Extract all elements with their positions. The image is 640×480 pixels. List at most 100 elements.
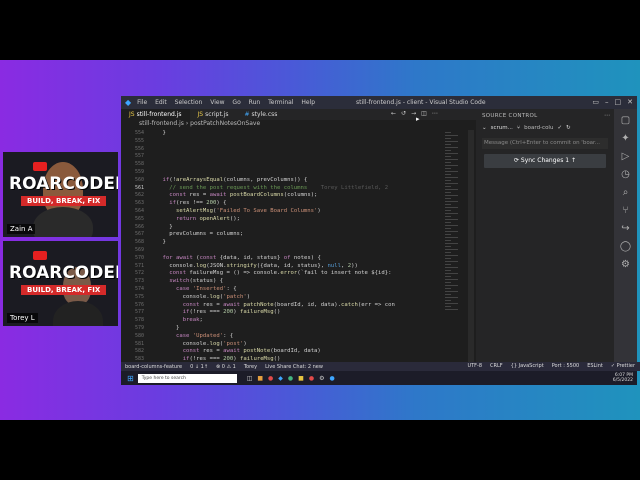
breadcrumb-symbol[interactable]: postPatchNotesOnSave <box>190 120 260 127</box>
line-number: 582 <box>134 348 144 355</box>
maximize-icon[interactable]: □ <box>615 98 622 106</box>
code-line[interactable] <box>149 146 441 154</box>
code-line[interactable] <box>149 161 441 169</box>
code-line[interactable]: console.log('patch') <box>149 294 441 302</box>
status-branch[interactable]: board-columns-feature <box>125 364 182 370</box>
status-live-share-chat[interactable]: Live Share Chat: 2 new <box>265 364 323 370</box>
minimize-icon[interactable]: – <box>605 98 609 106</box>
status-eslint[interactable]: ESLint <box>587 363 603 369</box>
file-explorer-icon[interactable]: ■ <box>257 375 263 382</box>
history-icon[interactable]: ◷ <box>614 169 637 180</box>
code-line[interactable]: if(!res === 200) failureMsg() <box>149 309 441 317</box>
source-control-icon[interactable]: ⑂ <box>614 205 637 216</box>
settings-gear-icon[interactable]: ⚙ <box>614 259 637 270</box>
code-line[interactable]: case 'Updated': { <box>149 333 441 341</box>
split-editor-icon[interactable]: ◫ <box>421 110 427 117</box>
accounts-icon[interactable]: ◯ <box>614 241 637 252</box>
code-line[interactable]: break; <box>149 317 441 325</box>
code-line[interactable]: const res = await postNote(boardId, data… <box>149 348 441 356</box>
code-line[interactable]: for await (const {data, id, status} of n… <box>149 255 441 263</box>
status-prettier[interactable]: ✓ Prettier <box>611 363 635 369</box>
menu-run[interactable]: Run <box>249 99 261 106</box>
code-line[interactable]: setAlertMsg('Failed To Save Board Column… <box>149 208 441 216</box>
more-actions-icon[interactable]: ⋯ <box>604 112 610 119</box>
code-line[interactable]: } <box>149 130 441 138</box>
windows-start-icon[interactable]: ⊞ <box>127 374 134 383</box>
remote-explorer-icon[interactable]: ▢ <box>614 115 637 126</box>
tab-script[interactable]: JS script.js <box>190 109 237 120</box>
code-line[interactable] <box>149 169 441 177</box>
code-line[interactable]: // send the post request with the column… <box>149 185 441 193</box>
code-line[interactable]: } <box>149 224 441 232</box>
task-view-icon[interactable]: ◫ <box>247 375 253 382</box>
layout-icon[interactable]: ▭ <box>592 98 599 106</box>
status-encoding[interactable]: UTF-8 <box>467 363 482 369</box>
more-actions-icon[interactable]: ⋯ <box>432 110 438 117</box>
code-line[interactable]: switch(status) { <box>149 278 441 286</box>
code-line[interactable]: return openAlert(); <box>149 216 441 224</box>
code-line[interactable]: } <box>149 239 441 247</box>
status-right: UTF-8 CRLF {} JavaScript Port : 5500 ESL… <box>467 363 635 369</box>
app-icon[interactable]: ● <box>309 375 314 382</box>
code-line[interactable]: console.log('post') <box>149 341 441 349</box>
letterbox-top <box>0 0 640 60</box>
taskbar-search-input[interactable]: Type here to search <box>137 373 237 383</box>
live-share-icon[interactable]: ↪ <box>614 223 637 234</box>
code-line[interactable]: } <box>149 325 441 333</box>
commit-check-icon[interactable]: ✓ <box>557 125 562 131</box>
status-problems[interactable]: ⊗ 0 ⚠ 1 <box>216 364 236 370</box>
code-line[interactable]: case 'Inserted': { <box>149 286 441 294</box>
system-tray[interactable]: 6:07 PM 6/5/2022 <box>613 373 633 383</box>
app-icon[interactable]: ● <box>268 375 273 382</box>
minimap[interactable] <box>443 130 467 362</box>
run-debug-icon[interactable]: ▷ <box>614 151 637 162</box>
commit-message-input[interactable]: Message (Ctrl+Enter to commit on 'boar..… <box>482 138 608 149</box>
code-line[interactable]: const res = await patchNote(boardId, id,… <box>149 302 441 310</box>
search-icon[interactable]: ⌕ <box>614 187 637 198</box>
menu-help[interactable]: Help <box>301 99 315 106</box>
line-number: 575 <box>134 293 144 300</box>
menu-edit[interactable]: Edit <box>155 99 167 106</box>
status-sync[interactable]: 0 ↓ 1↑ <box>190 364 208 370</box>
tab-style[interactable]: # style.css <box>237 109 286 120</box>
code-line[interactable]: console.log(JSON.stringify({data, id, st… <box>149 263 441 271</box>
status-user[interactable]: Torey <box>244 364 257 370</box>
code-line[interactable]: if(!areArraysEqual(columns, prevColumns)… <box>149 177 441 185</box>
breadcrumb-file[interactable]: still-frontend.js <box>139 120 184 127</box>
folder-icon[interactable]: ■ <box>298 375 304 382</box>
webcam-name-label: Torey L <box>7 313 38 323</box>
code-line[interactable] <box>149 138 441 146</box>
refresh-icon[interactable]: ↻ <box>566 125 571 131</box>
vscode-taskbar-icon[interactable]: ◆ <box>278 375 283 382</box>
menu-terminal[interactable]: Terminal <box>268 99 293 106</box>
twitter-icon[interactable]: ✦ <box>614 133 637 144</box>
breadcrumb: still-frontend.js › postPatchNotesOnSave <box>139 120 261 127</box>
code-line[interactable] <box>149 153 441 161</box>
status-eol[interactable]: CRLF <box>490 363 503 369</box>
menu-go[interactable]: Go <box>232 99 240 106</box>
sync-changes-button[interactable]: ⟳ Sync Changes 1 ↑ <box>484 154 606 168</box>
code-line[interactable] <box>149 247 441 255</box>
code-line[interactable]: const failureMsg = () => console.error(`… <box>149 270 441 278</box>
menu-file[interactable]: File <box>137 99 147 106</box>
sync-icon: ⟳ <box>513 157 519 164</box>
settings-icon[interactable]: ⚙ <box>319 375 324 382</box>
code-editor[interactable]: } if(!areArraysEqual(columns, prevColumn… <box>149 130 441 362</box>
close-icon[interactable]: ✕ <box>627 98 633 106</box>
chrome-icon[interactable]: ● <box>288 375 293 382</box>
code-line[interactable]: prevColumns = columns; <box>149 231 441 239</box>
menu-selection[interactable]: Selection <box>175 99 203 106</box>
code-line[interactable]: if(res !== 200) { <box>149 200 441 208</box>
code-line[interactable]: const res = await postBoardColumns(colum… <box>149 192 441 200</box>
status-language[interactable]: {} JavaScript <box>511 363 544 369</box>
tab-still-frontend[interactable]: JS still-frontend.js <box>121 109 190 120</box>
edge-icon[interactable]: ● <box>329 375 334 382</box>
status-port[interactable]: Port : 5500 <box>552 363 580 369</box>
menu-view[interactable]: View <box>210 99 224 106</box>
history-icon[interactable]: ↺ <box>401 110 406 117</box>
go-back-icon[interactable]: ← <box>391 110 396 117</box>
repository-row[interactable]: ⌄ scrum... ⑂ board-colu ✓ ↻ <box>476 123 614 133</box>
source-control-header: SOURCE CONTROL <box>482 113 538 119</box>
editor-scrollbar[interactable] <box>468 130 474 362</box>
line-number: 574 <box>134 285 144 292</box>
